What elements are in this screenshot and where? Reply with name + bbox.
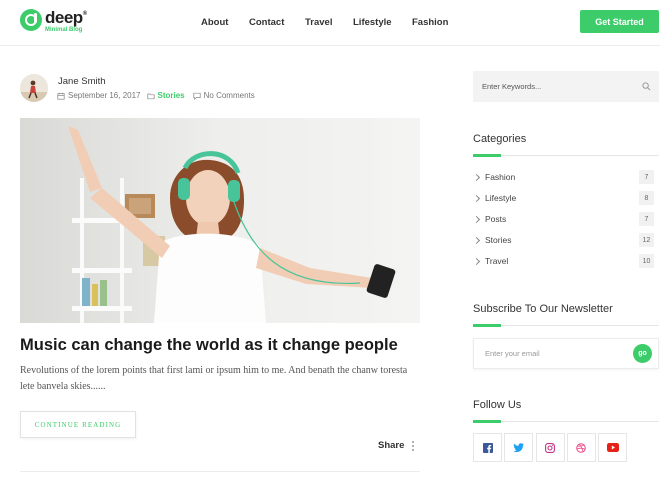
post-comments[interactable]: No Comments	[204, 91, 255, 100]
nav-travel[interactable]: Travel	[305, 17, 332, 28]
folder-icon	[146, 93, 155, 99]
site-logo[interactable]: deep® Minimal Blog	[20, 9, 87, 33]
continue-reading-button[interactable]: CONTINUE READING	[20, 411, 136, 438]
category-item-travel[interactable]: Travel 10	[472, 253, 659, 269]
logo-name: deep®	[45, 8, 87, 27]
nav-contact[interactable]: Contact	[249, 17, 284, 28]
logo-icon	[20, 9, 42, 31]
featured-image[interactable]	[20, 118, 420, 323]
follow-underline	[473, 420, 659, 423]
search-icon[interactable]	[642, 82, 651, 91]
share-label: Share	[378, 440, 405, 451]
category-label: Travel	[485, 256, 509, 266]
dribbble-icon	[576, 442, 587, 453]
instagram-link[interactable]	[535, 433, 565, 462]
newsletter-underline	[473, 324, 659, 327]
nav-fashion[interactable]: Fashion	[412, 17, 448, 28]
categories-title: Categories	[473, 133, 527, 145]
chevron-right-icon	[472, 194, 481, 202]
category-item-fashion[interactable]: Fashion 7	[472, 169, 659, 185]
share-button[interactable]: Share	[378, 440, 415, 451]
chevron-right-icon	[472, 236, 481, 244]
post-divider	[20, 471, 420, 472]
category-label: Fashion	[485, 172, 516, 182]
category-label: Lifestyle	[485, 193, 517, 203]
post-category[interactable]: Stories	[158, 91, 185, 100]
twitter-link[interactable]	[504, 433, 534, 462]
site-header: deep® Minimal Blog About Contact Travel …	[0, 0, 660, 46]
category-count: 7	[639, 170, 654, 184]
author-avatar[interactable]	[20, 74, 48, 102]
category-item-posts[interactable]: Posts 7	[472, 211, 659, 227]
facebook-icon	[482, 442, 493, 453]
chevron-right-icon	[472, 257, 481, 265]
post-date: September 16, 2017	[68, 91, 141, 100]
post-title[interactable]: Music can change the world as it change …	[20, 336, 398, 355]
logo-tagline: Minimal Blog	[45, 27, 83, 33]
category-label: Stories	[485, 235, 512, 245]
post-excerpt: Revolutions of the lorem points that fir…	[20, 365, 408, 392]
newsletter-title: Subscribe To Our Newsletter	[473, 303, 613, 315]
youtube-icon	[606, 443, 619, 452]
nav-lifestyle[interactable]: Lifestyle	[353, 17, 392, 28]
search-box	[473, 71, 659, 102]
social-links	[473, 433, 629, 462]
category-count: 10	[639, 254, 654, 268]
nav-about[interactable]: About	[201, 17, 228, 28]
chevron-right-icon	[472, 173, 481, 181]
category-item-stories[interactable]: Stories 12	[472, 232, 659, 248]
dribbble-link[interactable]	[566, 433, 596, 462]
post-meta: September 16, 2017 Stories No Comments	[57, 91, 255, 100]
follow-title: Follow Us	[473, 399, 522, 411]
twitter-icon	[513, 442, 525, 452]
email-field[interactable]	[474, 339, 614, 368]
categories-underline	[473, 154, 659, 157]
category-count: 7	[639, 212, 654, 226]
search-input[interactable]	[473, 71, 623, 102]
category-item-lifestyle[interactable]: Lifestyle 8	[472, 190, 659, 206]
calendar-icon	[57, 92, 65, 100]
get-started-button[interactable]: Get Started	[580, 10, 659, 33]
newsletter-form: go	[473, 338, 659, 369]
author-name[interactable]: Jane Smith	[58, 76, 106, 87]
instagram-icon	[545, 442, 556, 453]
youtube-link[interactable]	[598, 433, 628, 462]
chevron-right-icon	[472, 215, 481, 223]
facebook-link[interactable]	[473, 433, 502, 462]
category-label: Posts	[485, 214, 507, 224]
more-vertical-icon	[412, 440, 415, 451]
category-count: 8	[639, 191, 654, 205]
subscribe-button[interactable]: go	[633, 344, 652, 363]
comment-icon	[193, 92, 201, 100]
category-count: 12	[639, 233, 654, 247]
